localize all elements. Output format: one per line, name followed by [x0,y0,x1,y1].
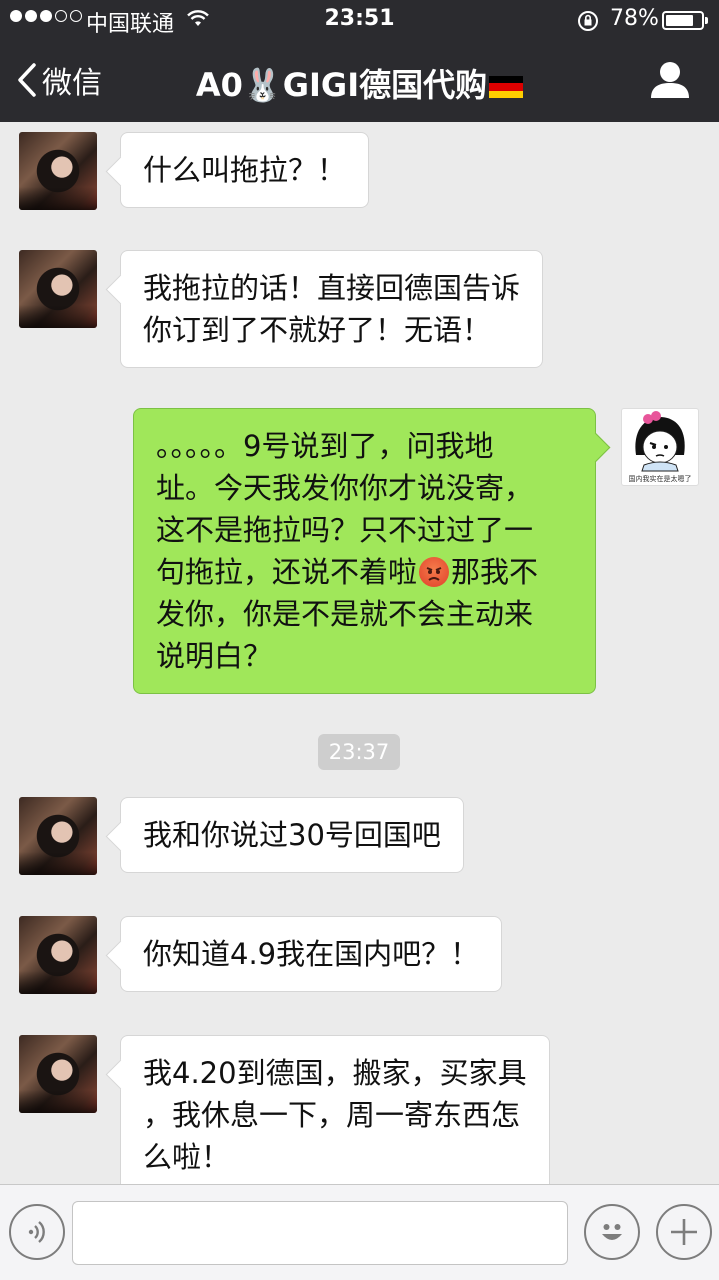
contact-avatar[interactable] [19,132,97,210]
german-flag-icon [489,76,524,98]
received-message-bubble[interactable]: 我拖拉的话！直接回德国告诉 你订到了不就好了！无语！ [120,250,544,368]
battery-icon [662,11,708,30]
contact-avatar[interactable] [19,250,97,328]
sent-message-bubble[interactable]: 。。。。。9号说到了，问我地 址。今天我发你你才说没寄， 这不是拖拉吗？只不过过… [133,408,596,694]
input-toolbar [0,1184,719,1280]
cartoon-girl-avatar-icon [635,411,685,472]
chat-messages[interactable]: 什么叫拖拉？！ 我拖拉的话！直接回德国告诉 你订到了不就好了！无语！ 。。。。。… [0,122,719,1184]
message-text: 你知道4.9我在国内吧？！ [143,937,480,971]
chat-title: A0🐰GIGI德国代购 [90,60,629,106]
timestamp-divider: 23:37 [318,734,400,770]
more-button[interactable] [656,1204,712,1260]
emoji-icon [602,1224,622,1240]
contact-avatar[interactable] [19,1035,97,1113]
message-text: 我拖拉的话！直接回德国告诉 你订到了不就好了！无语！ [143,271,521,347]
voice-button[interactable] [9,1204,65,1260]
plus-icon [671,1219,697,1245]
battery-fill [666,15,693,26]
received-message-bubble[interactable]: 我和你说过30号回国吧 [120,797,464,873]
received-message-bubble[interactable]: 我4.20到德国，搬家，买家具 ，我休息一下，周一寄东西怎 么啦！ [120,1035,550,1184]
message-text: 我和你说过30号回国吧 [143,818,441,852]
angry-face-emoji-icon [419,557,450,587]
rotation-lock-icon [576,9,600,39]
chat-info-button[interactable] [648,58,692,106]
chat-title-text: A0🐰GIGI德国代购 [195,66,488,104]
received-message-bubble[interactable]: 什么叫拖拉？！ [120,132,370,208]
chevron-left-icon [18,63,36,97]
status-bar: 中国联通 23:51 78% [0,0,719,40]
emoji-button[interactable] [584,1204,640,1260]
message-text: 什么叫拖拉？！ [143,153,347,187]
battery-percent: 78% [610,6,659,31]
received-message-bubble[interactable]: 你知道4.9我在国内吧？！ [120,916,503,992]
sticker-caption: 国内我实在是太嗯了 [628,475,692,483]
navigation-bar: 微信 A0🐰GIGI德国代购 [0,40,719,122]
contact-avatar[interactable] [19,916,97,994]
message-text: 我4.20到德国，搬家，买家具 ，我休息一下，周一寄东西怎 么啦！ [143,1056,527,1174]
message-input[interactable] [72,1201,568,1265]
my-avatar[interactable]: 国内我实在是太嗯了 [621,408,699,486]
person-icon [651,62,689,98]
contact-avatar[interactable] [19,797,97,875]
voice-icon [28,1221,45,1243]
message-text: 。。。。。9号说到了，问我地 址。今天我发你你才说没寄， 这不是拖拉吗？只不过过… [156,429,538,673]
